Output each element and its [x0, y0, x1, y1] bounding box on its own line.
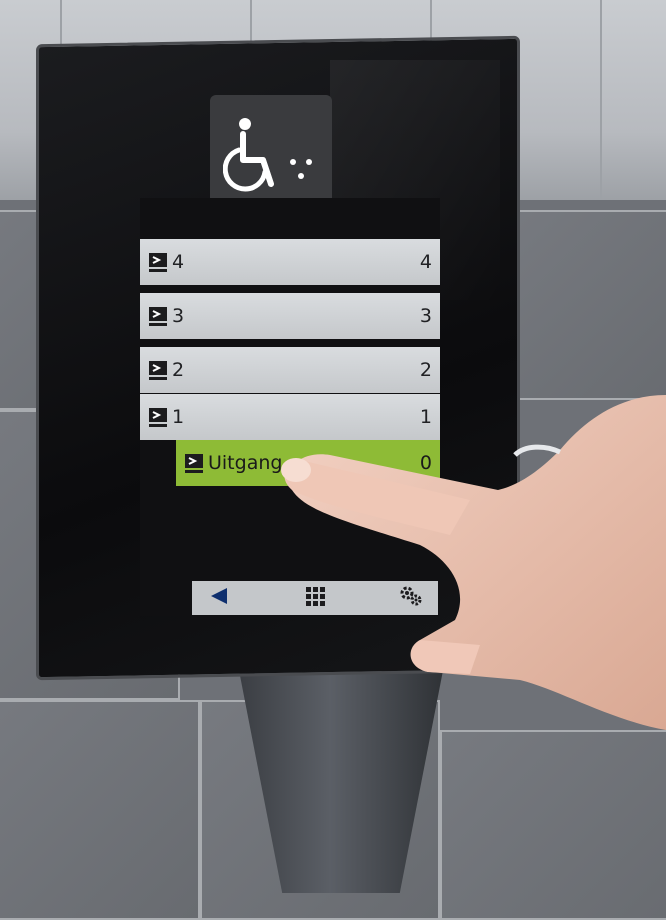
back-arrow-icon: [209, 587, 229, 609]
bottom-toolbar: [192, 581, 438, 615]
floor-number: 1: [419, 406, 432, 428]
floor-button-3[interactable]: 3 3: [140, 293, 440, 339]
touch-screen: 4 4 3 3 2 2 1 1 Uitgang 0: [140, 198, 440, 616]
floor-button-1[interactable]: 1 1: [140, 394, 440, 440]
floor-tile: [0, 700, 200, 920]
floor-label: 2: [172, 359, 185, 381]
settings-button[interactable]: [398, 585, 424, 611]
keypad-icon: [305, 586, 325, 610]
floor-label: 1: [172, 406, 185, 428]
floor-number: 0: [419, 452, 432, 474]
floor-tile: [500, 210, 666, 400]
keypad-button[interactable]: [302, 585, 328, 611]
floor-selection-icon: [148, 305, 170, 327]
floor-selection-icon: [148, 251, 170, 273]
floor-label: 3: [172, 305, 185, 327]
gears-icon: [399, 585, 423, 611]
floor-number: 4: [419, 251, 432, 273]
floor-selection-icon: [184, 452, 206, 474]
floor-selection-icon: [148, 359, 170, 381]
floor-button-exit[interactable]: Uitgang 0: [176, 440, 440, 486]
floor-button-2[interactable]: 2 2: [140, 347, 440, 393]
wheelchair-icon: [222, 110, 319, 206]
back-button[interactable]: [206, 585, 232, 611]
floor-tile: [440, 730, 666, 920]
floor-selection-icon: [148, 406, 170, 428]
floor-number: 2: [419, 359, 432, 381]
floor-number: 3: [419, 305, 432, 327]
floor-label: 4: [172, 251, 185, 273]
floor-label: Uitgang: [208, 452, 283, 474]
floor-button-4[interactable]: 4 4: [140, 239, 440, 285]
